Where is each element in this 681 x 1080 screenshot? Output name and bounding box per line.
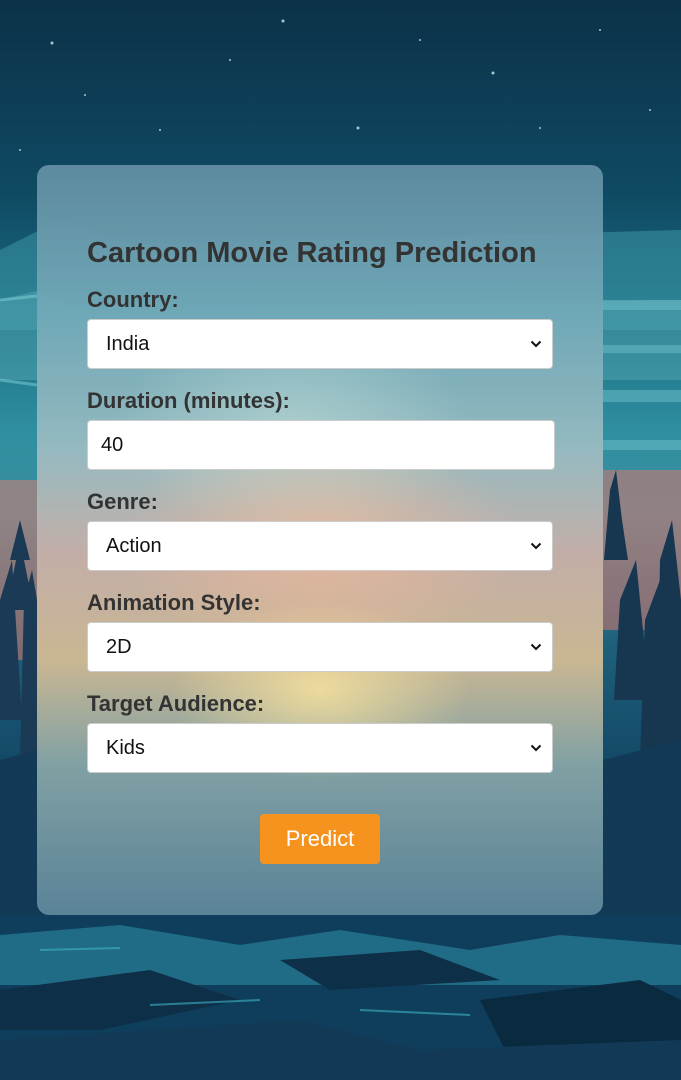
animation-style-select-value: 2D bbox=[106, 635, 132, 658]
chevron-down-icon bbox=[530, 643, 542, 651]
prediction-form: Cartoon Movie Rating Prediction Country:… bbox=[87, 235, 555, 864]
animation-style-select[interactable]: 2D bbox=[87, 622, 553, 672]
genre-select-value: Action bbox=[106, 534, 162, 557]
chevron-down-icon bbox=[530, 744, 542, 752]
target-audience-select[interactable]: Kids bbox=[87, 723, 553, 773]
duration-input[interactable]: 40 bbox=[87, 420, 555, 470]
duration-label: Duration (minutes): bbox=[87, 388, 290, 413]
country-select[interactable]: India bbox=[87, 319, 553, 369]
page-title: Cartoon Movie Rating Prediction bbox=[87, 237, 537, 269]
chevron-down-icon bbox=[530, 340, 542, 348]
predict-button[interactable]: Predict bbox=[260, 814, 380, 864]
target-audience-select-value: Kids bbox=[106, 736, 145, 759]
duration-input-value: 40 bbox=[101, 433, 124, 456]
chevron-down-icon bbox=[530, 542, 542, 550]
target-audience-label: Target Audience: bbox=[87, 691, 265, 716]
animation-style-label: Animation Style: bbox=[87, 590, 261, 615]
country-label: Country: bbox=[87, 287, 179, 312]
country-select-value: India bbox=[106, 332, 150, 355]
genre-label: Genre: bbox=[87, 489, 158, 514]
prediction-form-card: Cartoon Movie Rating Prediction Country:… bbox=[37, 165, 603, 915]
genre-select[interactable]: Action bbox=[87, 521, 553, 571]
